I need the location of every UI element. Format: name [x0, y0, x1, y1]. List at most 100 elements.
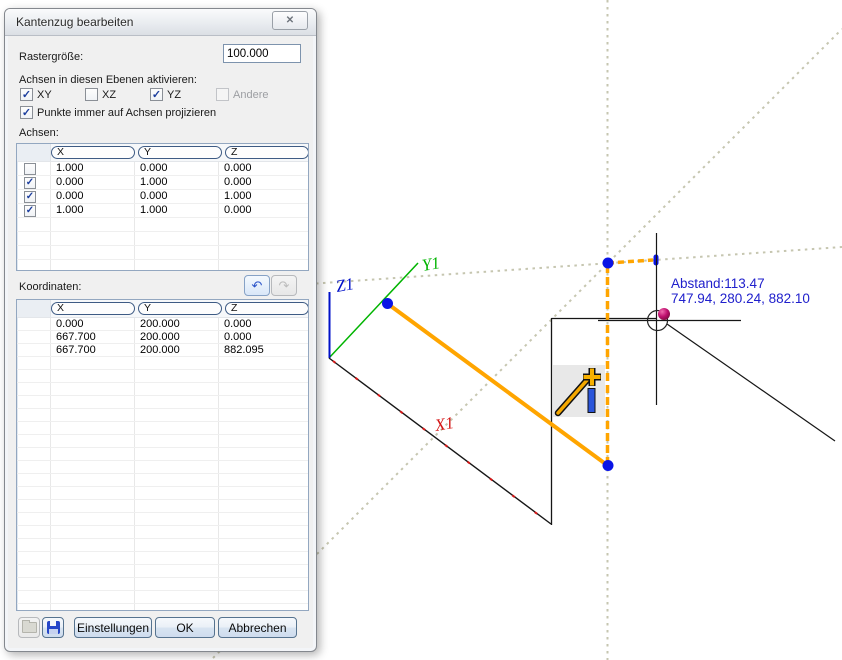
empty-cell — [218, 500, 308, 512]
row-checkbox-cell[interactable]: ✓ — [17, 176, 50, 189]
cell-z[interactable]: 0.000 — [218, 176, 308, 189]
empty-cell — [50, 409, 134, 421]
cell-x[interactable]: 0.000 — [50, 318, 134, 330]
cell-z[interactable]: 0.000 — [218, 318, 308, 330]
achsen-row[interactable]: 1.000 0.000 0.000 — [17, 162, 308, 176]
table-empty-row — [17, 370, 308, 383]
achsen-row[interactable]: ✓ 1.000 1.000 0.000 — [17, 204, 308, 218]
ok-button[interactable]: OK — [155, 617, 215, 638]
empty-cell — [218, 513, 308, 525]
table-empty-row — [17, 260, 308, 271]
cell-z[interactable]: 882.095 — [218, 344, 308, 356]
cell-y[interactable]: 1.000 — [134, 204, 218, 217]
row-checkbox-cell[interactable] — [17, 162, 50, 175]
empty-cell — [17, 565, 50, 577]
empty-cell — [50, 513, 134, 525]
cell-y[interactable]: 0.000 — [134, 190, 218, 203]
cell-z[interactable]: 1.000 — [218, 190, 308, 203]
empty-cell — [218, 604, 308, 611]
settings-button[interactable]: Einstellungen — [74, 617, 152, 638]
koordinaten-row[interactable]: 0.000 200.000 0.000 — [17, 318, 308, 331]
table-empty-row — [17, 578, 308, 591]
cell-y[interactable]: 200.000 — [134, 318, 218, 330]
raster-size-input[interactable] — [223, 44, 301, 63]
raster-size-label: Rastergröße: — [19, 51, 83, 63]
cell-x[interactable]: 1.000 — [50, 162, 134, 175]
table-empty-row — [17, 526, 308, 539]
empty-cell — [17, 357, 50, 369]
cancel-button[interactable]: Abbrechen — [218, 617, 297, 638]
plane-checkbox-yz[interactable]: ✓ YZ — [150, 88, 181, 101]
empty-cell — [17, 260, 50, 271]
table-empty-row — [17, 218, 308, 232]
cell-x[interactable]: 0.000 — [50, 190, 134, 203]
koordinaten-row[interactable]: 667.700 200.000 882.095 — [17, 344, 308, 357]
cell-x[interactable]: 1.000 — [50, 204, 134, 217]
column-header-y[interactable]: Y — [138, 302, 222, 315]
row-spacer-cell — [17, 318, 50, 330]
empty-cell — [134, 565, 218, 577]
empty-cell — [218, 448, 308, 460]
empty-cell — [17, 500, 50, 512]
wireframe-edge-diagonal[interactable] — [667, 324, 835, 441]
empty-cell — [218, 539, 308, 551]
checkbox-icon: ✓ — [20, 106, 33, 119]
cell-x[interactable]: 667.700 — [50, 331, 134, 343]
empty-cell — [134, 539, 218, 551]
empty-cell — [50, 526, 134, 538]
empty-cell — [134, 357, 218, 369]
row-checkbox-cell[interactable]: ✓ — [17, 204, 50, 217]
ok-button-label: OK — [176, 621, 193, 635]
table-empty-row — [17, 461, 308, 474]
plane-checkbox-xy[interactable]: ✓ XY — [20, 88, 52, 101]
table-empty-row — [17, 232, 308, 246]
cell-z[interactable]: 0.000 — [218, 204, 308, 217]
redo-button[interactable]: ↷ — [271, 275, 297, 296]
cell-y[interactable]: 0.000 — [134, 162, 218, 175]
table-empty-row — [17, 604, 308, 611]
achsen-table-header: X Y Z — [17, 144, 308, 162]
column-header-z[interactable]: Z — [225, 146, 309, 159]
cell-y[interactable]: 200.000 — [134, 344, 218, 356]
cell-z[interactable]: 0.000 — [218, 162, 308, 175]
empty-cell — [17, 539, 50, 551]
cell-y[interactable]: 200.000 — [134, 331, 218, 343]
undo-button[interactable]: ↶ — [244, 275, 270, 296]
empty-cell — [17, 461, 50, 473]
empty-cell — [218, 578, 308, 590]
header-spacer — [17, 144, 51, 161]
achsen-row[interactable]: ✓ 0.000 0.000 1.000 — [17, 190, 308, 204]
column-header-x[interactable]: X — [51, 302, 135, 315]
empty-cell — [134, 409, 218, 421]
vertex-point-1[interactable] — [382, 298, 393, 309]
empty-cell — [50, 591, 134, 603]
row-spacer-cell — [17, 344, 50, 356]
cell-z[interactable]: 0.000 — [218, 331, 308, 343]
project-points-checkbox[interactable]: ✓ Punkte immer auf Achsen projizieren — [20, 106, 216, 119]
column-header-x[interactable]: X — [51, 146, 135, 159]
koordinaten-row[interactable]: 667.700 200.000 0.000 — [17, 331, 308, 344]
vertex-point-2[interactable] — [603, 460, 614, 471]
empty-cell — [50, 565, 134, 577]
empty-cell — [17, 513, 50, 525]
plane-checkbox-xz[interactable]: XZ — [85, 88, 116, 101]
table-empty-row — [17, 409, 308, 422]
empty-cell — [134, 448, 218, 460]
empty-cell — [218, 591, 308, 603]
close-button[interactable]: ✕ — [272, 11, 308, 30]
achsen-row[interactable]: ✓ 0.000 1.000 0.000 — [17, 176, 308, 190]
save-button[interactable] — [42, 617, 64, 638]
dialog-titlebar[interactable]: Kantenzug bearbeiten ✕ — [5, 9, 316, 36]
column-header-y[interactable]: Y — [138, 146, 222, 159]
cell-y[interactable]: 1.000 — [134, 176, 218, 189]
column-header-z[interactable]: Z — [225, 302, 309, 315]
cell-x[interactable]: 0.000 — [50, 176, 134, 189]
load-button[interactable] — [18, 617, 40, 638]
vertex-point-3[interactable] — [603, 258, 614, 269]
axis-x-label: X1 — [432, 413, 455, 435]
empty-cell — [134, 396, 218, 408]
cell-x[interactable]: 667.700 — [50, 344, 134, 356]
achsen-label: Achsen: — [19, 127, 59, 139]
table-empty-row — [17, 383, 308, 396]
row-checkbox-cell[interactable]: ✓ — [17, 190, 50, 203]
